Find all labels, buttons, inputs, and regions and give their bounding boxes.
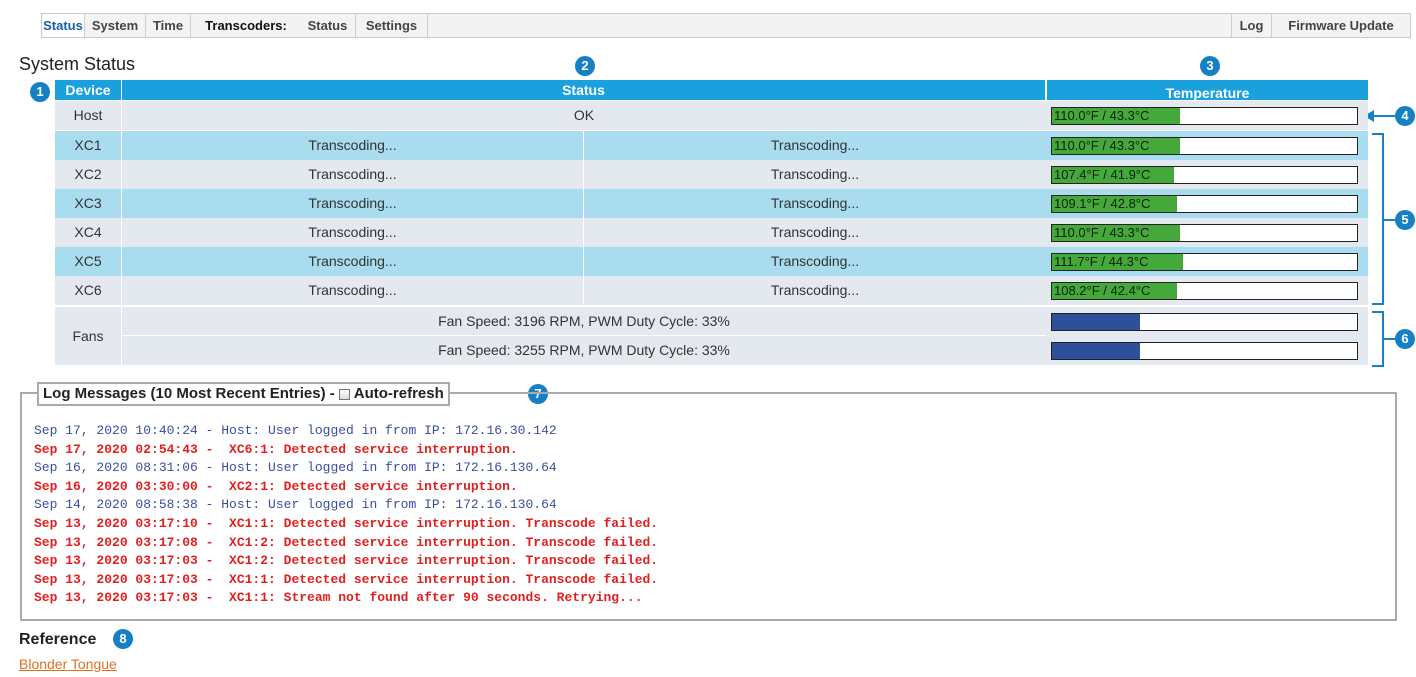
log-entry: Sep 13, 2020 03:17:03 - XC1:2: Detected … <box>34 553 659 569</box>
callout-4: 4 <box>1395 106 1415 126</box>
nav-tab-transcoders-settings[interactable]: Settings <box>356 14 428 37</box>
status-cell-1: Transcoding... <box>121 131 583 160</box>
temperature-label: 110.0°F / 43.3°C <box>1054 138 1150 153</box>
nav-tab-firmware-update[interactable]: Firmware Update <box>1271 14 1410 37</box>
fan-status-cell-1: Fan Speed: 3196 RPM, PWM Duty Cycle: 33% <box>121 307 1046 336</box>
device-cell: Host <box>73 107 103 123</box>
temperature-bar: 110.0°F / 43.3°C <box>1051 107 1358 125</box>
callout-5-connector <box>1383 219 1397 221</box>
log-entry: Sep 13, 2020 03:17:03 - XC1:1: Stream no… <box>34 590 643 606</box>
status-cell-2: Transcoding... <box>583 218 1046 247</box>
table-row-xc4: XC4 Transcoding... Transcoding... 110.0°… <box>55 218 1368 247</box>
auto-refresh-checkbox[interactable] <box>338 388 350 400</box>
header-device: Device <box>55 80 121 100</box>
device-cell: XC2 <box>74 166 102 182</box>
fan-status-cell-2: Fan Speed: 3255 RPM, PWM Duty Cycle: 33% <box>121 336 1046 365</box>
temperature-bar: 111.7°F / 44.3°C <box>1051 253 1358 271</box>
nav-tab-transcoders-status[interactable]: Status <box>300 14 356 37</box>
auto-refresh-label[interactable]: Auto-refresh <box>354 384 444 404</box>
table-row-host: Host OK 110.0°F / 43.3°C <box>55 101 1368 130</box>
log-entry: Sep 13, 2020 03:17:08 - XC1:2: Detected … <box>34 534 659 550</box>
temperature-label: 111.7°F / 44.3°C <box>1054 254 1149 269</box>
temperature-bar: 110.0°F / 43.3°C <box>1051 137 1358 155</box>
nav-tab-time[interactable]: Time <box>146 14 191 37</box>
device-cell: XC6 <box>74 282 102 298</box>
log-messages-legend: Log Messages (10 Most Recent Entries) - … <box>37 382 450 406</box>
log-entry: Sep 14, 2020 08:58:38 - Host: User logge… <box>34 497 557 513</box>
nav-tab-system[interactable]: System <box>85 14 146 37</box>
fan-duty-fill <box>1052 343 1141 359</box>
nav-tab-status[interactable]: Status <box>42 14 85 37</box>
callout-4-connector <box>1373 115 1397 117</box>
status-cell-2: Transcoding... <box>583 276 1046 305</box>
nav-tab-log[interactable]: Log <box>1231 14 1271 37</box>
table-row-xc3: XC3 Transcoding... Transcoding... 109.1°… <box>55 189 1368 218</box>
log-entry: Sep 17, 2020 10:40:24 - Host: User logge… <box>34 423 557 438</box>
status-cell-1: Transcoding... <box>121 247 583 276</box>
temperature-bar: 110.0°F / 43.3°C <box>1051 224 1358 242</box>
status-cell: OK <box>121 101 1046 130</box>
device-cell: XC5 <box>74 253 102 269</box>
log-entry: Sep 13, 2020 03:17:10 - XC1:1: Detected … <box>34 515 659 531</box>
status-cell-1: Transcoding... <box>121 218 583 247</box>
callout-5: 5 <box>1395 210 1415 230</box>
status-cell-1: Transcoding... <box>121 189 583 218</box>
status-cell-1: Transcoding... <box>121 160 583 189</box>
temperature-label: 107.4°F / 41.9°C <box>1054 167 1151 182</box>
device-cell: XC3 <box>74 195 102 211</box>
header-temperature: Temperature <box>1047 80 1368 101</box>
reference-title: Reference <box>19 631 97 648</box>
log-entry: Sep 13, 2020 03:17:03 - XC1:1: Detected … <box>34 571 659 587</box>
table-row-xc6: XC6 Transcoding... Transcoding... 108.2°… <box>55 276 1368 305</box>
fan-duty-bar-2 <box>1051 342 1358 360</box>
device-cell: Fans <box>72 328 104 344</box>
log-entry: Sep 17, 2020 02:54:43 - XC6:1: Detected … <box>34 441 518 457</box>
callout-1: 1 <box>30 82 50 102</box>
temperature-label: 110.0°F / 43.3°C <box>1054 108 1150 123</box>
callout-6-connector <box>1383 338 1397 340</box>
temperature-label: 109.1°F / 42.8°C <box>1054 196 1151 211</box>
top-nav-bar: Status System Time Transcoders: Status S… <box>41 13 1411 38</box>
log-entry: Sep 16, 2020 03:30:00 - XC2:1: Detected … <box>34 478 518 494</box>
fan-duty-bar-1 <box>1051 313 1358 331</box>
callout-8: 8 <box>113 629 133 649</box>
callout-2: 2 <box>575 56 595 76</box>
table-row-xc1: XC1 Transcoding... Transcoding... 110.0°… <box>55 131 1368 160</box>
status-cell-2: Transcoding... <box>583 247 1046 276</box>
temperature-bar: 109.1°F / 42.8°C <box>1051 195 1358 213</box>
temperature-bar: 107.4°F / 41.9°C <box>1051 166 1358 184</box>
log-entry: Sep 16, 2020 08:31:06 - Host: User logge… <box>34 460 557 476</box>
table-row-xc2: XC2 Transcoding... Transcoding... 107.4°… <box>55 160 1368 189</box>
device-cell: XC1 <box>74 137 102 153</box>
temperature-label: 110.0°F / 43.3°C <box>1054 225 1150 240</box>
page-title: System Status <box>19 54 136 74</box>
header-status: Status <box>122 80 1045 100</box>
table-row-fans: Fans Fan Speed: 3196 RPM, PWM Duty Cycle… <box>55 307 1368 365</box>
device-cell: XC4 <box>74 224 102 240</box>
fan-duty-fill <box>1052 314 1141 330</box>
callout-6: 6 <box>1395 329 1415 349</box>
table-row-xc5: XC5 Transcoding... Transcoding... 111.7°… <box>55 247 1368 276</box>
temperature-label: 108.2°F / 42.4°C <box>1054 283 1151 298</box>
blonder-tongue-link[interactable]: Blonder Tongue <box>19 656 117 672</box>
callout-3: 3 <box>1200 56 1220 76</box>
temperature-bar: 108.2°F / 42.4°C <box>1051 282 1358 300</box>
log-title: Log Messages (10 Most Recent Entries) - <box>43 385 335 402</box>
status-cell-2: Transcoding... <box>583 160 1046 189</box>
log-list: Sep 17, 2020 10:40:24 - Host: User logge… <box>34 422 658 608</box>
status-cell-2: Transcoding... <box>583 131 1046 160</box>
nav-section-transcoders: Transcoders: <box>205 18 287 33</box>
status-cell-2: Transcoding... <box>583 189 1046 218</box>
status-cell-1: Transcoding... <box>121 276 583 305</box>
